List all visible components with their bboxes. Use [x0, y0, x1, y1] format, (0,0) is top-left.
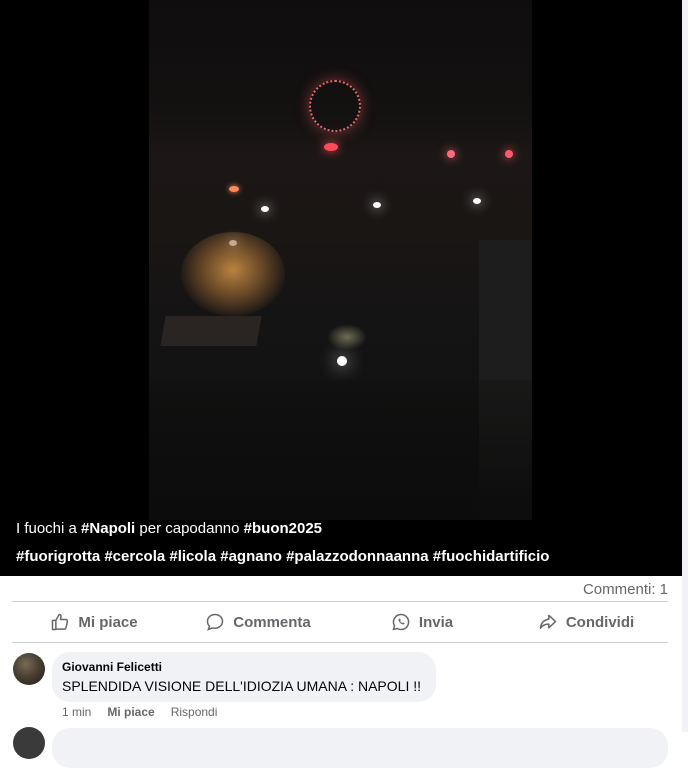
like-label: Mi piace — [78, 613, 138, 631]
whatsapp-icon — [392, 613, 410, 631]
comment-bubble: Giovanni Felicetti SPLENDIDA VISIONE DEL… — [52, 652, 436, 702]
like-button[interactable]: Mi piace — [12, 604, 176, 640]
lit-tree — [181, 232, 285, 316]
video-player[interactable]: I fuochi a #Napoli per capodanno #buon20… — [0, 0, 682, 576]
video-caption-hashtags[interactable]: #fuorigrotta #cercola #licola #agnano #p… — [16, 548, 549, 566]
hashtag-link[interactable]: #Napoli — [81, 520, 135, 537]
comment-author[interactable]: Giovanni Felicetti — [62, 660, 162, 674]
rooftop — [160, 316, 262, 346]
video-frame — [149, 0, 532, 520]
share-arrow-icon — [539, 614, 557, 629]
city-light — [447, 150, 455, 158]
street-lamp — [261, 206, 269, 212]
comment-like-button[interactable]: Mi piace — [107, 705, 154, 719]
comment-input[interactable] — [52, 728, 668, 768]
firework-burst — [309, 80, 361, 132]
post-actions-bar: Mi piace Commenta Invia Condividi — [12, 604, 668, 640]
comment-label: Commenta — [233, 613, 311, 631]
thumbs-up-icon — [52, 613, 69, 631]
comment-text: SPLENDIDA VISIONE DELL'IDIOZIA UMANA : N… — [62, 678, 422, 694]
garden-lamp — [337, 356, 347, 366]
palm-tree — [327, 324, 367, 350]
street-lamp — [473, 198, 481, 204]
share-label: Condividi — [565, 613, 635, 631]
send-label: Invia — [418, 613, 454, 631]
scrollbar-track[interactable] — [682, 0, 688, 732]
divider — [12, 642, 668, 643]
foreground-trees — [149, 380, 532, 520]
city-light — [324, 143, 338, 151]
video-caption-line1: I fuochi a #Napoli per capodanno #buon20… — [16, 520, 322, 538]
hashtag-link[interactable]: #buon2025 — [244, 520, 322, 537]
street-lamp — [373, 202, 381, 208]
comment-timestamp[interactable]: 1 min — [62, 705, 91, 719]
caption-text: I fuochi a — [16, 520, 82, 537]
avatar[interactable] — [13, 653, 45, 685]
comment-actions: 1 min Mi piace Rispondi — [62, 705, 217, 719]
divider — [12, 601, 668, 602]
share-button[interactable]: Condividi — [504, 604, 668, 640]
caption-text: per capodanno — [135, 520, 244, 537]
city-light — [505, 150, 513, 158]
comment-reply-button[interactable]: Rispondi — [171, 705, 218, 719]
city-light — [229, 186, 239, 192]
comment-button[interactable]: Commenta — [176, 604, 340, 640]
comments-count[interactable]: Commenti: 1 — [583, 581, 668, 598]
speech-bubble-icon — [206, 613, 224, 631]
send-button[interactable]: Invia — [340, 604, 504, 640]
